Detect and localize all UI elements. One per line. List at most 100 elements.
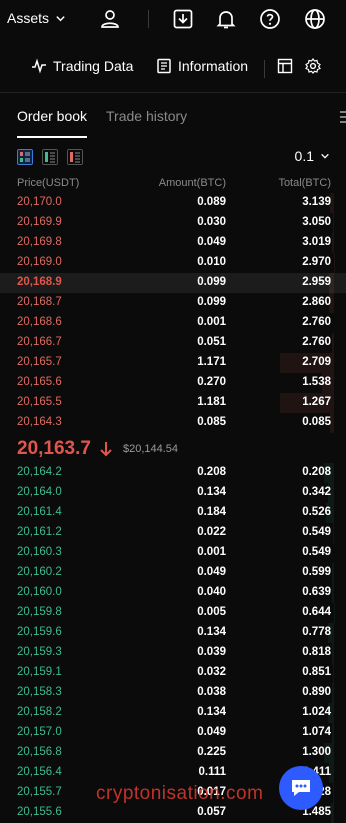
ask-row[interactable]: 20,168.7 0.099 2.860 — [0, 293, 346, 313]
order-total: 0.851 — [302, 666, 331, 678]
order-price: 20,166.7 — [17, 336, 62, 348]
user-icon[interactable] — [98, 7, 122, 31]
depth-bar — [332, 583, 334, 603]
bid-row[interactable]: 20,158.3 0.038 0.890 — [0, 683, 346, 703]
ask-row[interactable]: 20,169.8 0.049 3.019 — [0, 233, 346, 253]
order-amount: 0.001 — [197, 546, 226, 558]
download-icon[interactable] — [171, 7, 195, 31]
ask-row[interactable]: 20,168.9 0.099 2.959 — [0, 273, 346, 293]
order-total: 2.760 — [302, 336, 331, 348]
order-total: 2.959 — [302, 276, 331, 288]
order-total: 0.085 — [302, 416, 331, 428]
order-total: 0.644 — [302, 606, 331, 618]
column-headers: Price(USDT) Amount(BTC) Total(BTC) — [0, 177, 346, 193]
depth-bar — [332, 683, 334, 703]
information-label: Information — [178, 58, 249, 74]
order-price: 20,169.9 — [17, 216, 62, 228]
layout-icon[interactable] — [277, 58, 293, 74]
order-total: 1.267 — [302, 396, 331, 408]
bid-row[interactable]: 20,164.2 0.208 0.208 — [0, 463, 346, 483]
order-price: 20,160.3 — [17, 546, 62, 558]
order-amount: 1.171 — [197, 356, 226, 368]
bid-row[interactable]: 20,164.0 0.134 0.342 — [0, 483, 346, 503]
order-total: 0.818 — [302, 646, 331, 658]
bid-row[interactable]: 20,159.1 0.032 0.851 — [0, 663, 346, 683]
watermark: cryptonisation.com — [96, 783, 264, 804]
bell-icon[interactable] — [214, 7, 238, 31]
view-bids-icon[interactable] — [42, 149, 58, 165]
order-total: 1.024 — [302, 706, 331, 718]
ask-row[interactable]: 20,165.6 0.270 1.538 — [0, 373, 346, 393]
order-total: 2.709 — [302, 356, 331, 368]
trading-data-link[interactable]: Trading Data — [31, 58, 133, 74]
tab-order-book[interactable]: Order book — [17, 108, 87, 124]
order-price: 20,155.7 — [17, 786, 62, 798]
ask-row[interactable]: 20,165.7 1.171 2.709 — [0, 353, 346, 373]
tab-trade-history[interactable]: Trade history — [106, 108, 187, 124]
depth-bar — [332, 213, 334, 233]
order-price: 20,159.1 — [17, 666, 62, 678]
pulse-icon — [32, 58, 46, 74]
order-total: 0.639 — [302, 586, 331, 598]
order-amount: 0.049 — [197, 726, 226, 738]
depth-bar — [332, 643, 334, 663]
bid-row[interactable]: 20,157.0 0.049 1.074 — [0, 723, 346, 743]
order-total: 0.526 — [302, 506, 331, 518]
bid-row[interactable]: 20,159.3 0.039 0.818 — [0, 643, 346, 663]
order-amount: 0.089 — [197, 196, 226, 208]
order-amount: 0.085 — [197, 416, 226, 428]
bid-row[interactable]: 20,160.2 0.049 0.599 — [0, 563, 346, 583]
ask-row[interactable]: 20,170.0 0.089 3.139 — [0, 193, 346, 213]
depth-bar — [331, 803, 334, 823]
active-tab-indicator — [17, 136, 87, 138]
ask-row[interactable]: 20,169.0 0.010 2.970 — [0, 253, 346, 273]
order-price: 20,161.2 — [17, 526, 62, 538]
information-link[interactable]: Information — [156, 58, 248, 74]
bid-row[interactable]: 20,158.2 0.134 1.024 — [0, 703, 346, 723]
order-total: 0.549 — [302, 526, 331, 538]
ask-row[interactable]: 20,165.5 1.181 1.267 — [0, 393, 346, 413]
order-amount: 0.051 — [197, 336, 226, 348]
order-price: 20,165.7 — [17, 356, 62, 368]
ask-row[interactable]: 20,164.3 0.085 0.085 — [0, 413, 346, 433]
total-column-header: Total(BTC) — [278, 177, 331, 189]
order-amount: 0.134 — [197, 706, 226, 718]
bid-row[interactable]: 20,161.2 0.022 0.549 — [0, 523, 346, 543]
more-icon[interactable] — [340, 110, 346, 124]
ask-row[interactable]: 20,166.7 0.051 2.760 — [0, 333, 346, 353]
chevron-down-icon — [321, 153, 329, 159]
bid-row[interactable]: 20,161.4 0.184 0.526 — [0, 503, 346, 523]
order-total: 3.050 — [302, 216, 331, 228]
order-amount: 0.049 — [197, 236, 226, 248]
settings-icon[interactable] — [305, 58, 321, 74]
order-price: 20,156.4 — [17, 766, 62, 778]
bid-row[interactable]: 20,159.8 0.005 0.644 — [0, 603, 346, 623]
bid-row[interactable]: 20,160.3 0.001 0.549 — [0, 543, 346, 563]
bid-row[interactable]: 20,160.0 0.040 0.639 — [0, 583, 346, 603]
precision-select[interactable]: 0.1 — [295, 148, 330, 164]
bid-row[interactable]: 20,156.8 0.225 1.300 — [0, 743, 346, 763]
order-total: 0.778 — [302, 626, 331, 638]
order-amount: 0.208 — [197, 466, 226, 478]
order-total: 3.019 — [302, 236, 331, 248]
trading-data-label: Trading Data — [53, 58, 134, 74]
chat-support-button[interactable] — [279, 766, 323, 810]
help-icon[interactable] — [258, 7, 282, 31]
order-amount: 0.270 — [197, 376, 226, 388]
orderbook-tabs: Order book Trade history — [0, 100, 346, 138]
ask-row[interactable]: 20,168.6 0.001 2.760 — [0, 313, 346, 333]
price-column-header: Price(USDT) — [17, 177, 80, 189]
order-total: 1.538 — [302, 376, 331, 388]
view-both-icon[interactable] — [17, 149, 33, 165]
document-icon — [157, 58, 171, 74]
order-price: 20,168.9 — [17, 276, 62, 288]
order-amount: 0.040 — [197, 586, 226, 598]
order-amount: 1.181 — [197, 396, 226, 408]
view-asks-icon[interactable] — [67, 149, 83, 165]
ask-row[interactable]: 20,169.9 0.030 3.050 — [0, 213, 346, 233]
order-total: 0.599 — [302, 566, 331, 578]
last-price-ticker: 20,163.7 $20,144.54 — [17, 434, 178, 464]
bid-row[interactable]: 20,159.6 0.134 0.778 — [0, 623, 346, 643]
globe-icon[interactable] — [303, 7, 327, 31]
assets-menu[interactable]: Assets — [7, 10, 66, 26]
